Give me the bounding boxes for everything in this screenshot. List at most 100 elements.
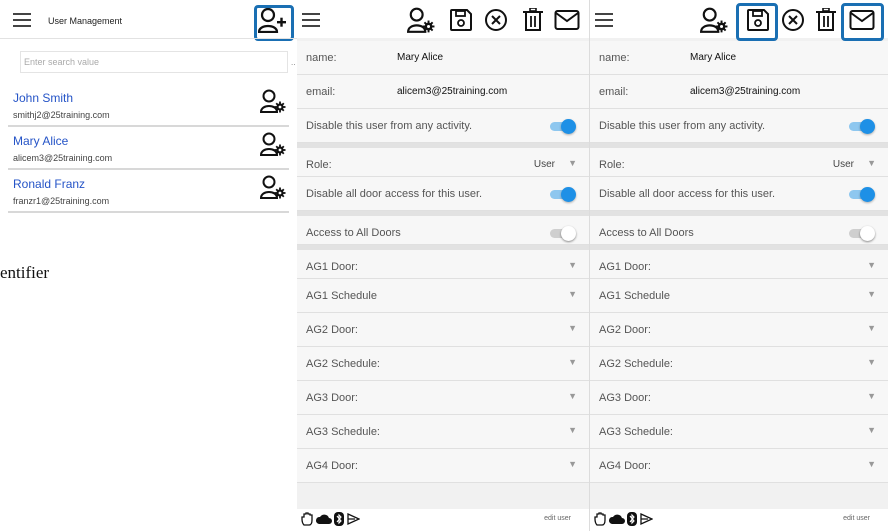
list-item[interactable]: Mary Alice alicem3@25training.com xyxy=(8,127,289,170)
add-user-highlight xyxy=(254,5,294,41)
ag2-door-label: AG2 Door: xyxy=(599,324,651,336)
ag1-schedule-label: AG1 Schedule xyxy=(306,290,377,302)
ag2-door-row[interactable]: AG2 Door: ▼ xyxy=(297,313,589,347)
hamburger-menu-icon[interactable] xyxy=(8,6,36,34)
cloud-icon xyxy=(608,512,625,526)
hamburger-menu-icon[interactable] xyxy=(297,6,325,34)
chevron-down-icon[interactable]: ▼ xyxy=(568,391,577,401)
ag2-schedule-row[interactable]: AG2 Schedule: ▼ xyxy=(297,347,589,381)
user-detail-panel-annotated: name: Mary Alice email: alicem3@25traini… xyxy=(589,0,888,531)
ag1-door-label: AG1 Door: xyxy=(306,261,358,273)
hand-icon xyxy=(301,512,314,526)
circle-x-icon[interactable] xyxy=(482,6,510,34)
chevron-down-icon[interactable]: ▼ xyxy=(568,158,577,168)
chevron-down-icon[interactable]: ▼ xyxy=(568,357,577,367)
disable-doors-label: Disable all door access for this user. xyxy=(306,188,483,200)
ag4-door-row[interactable]: AG4 Door: ▼ xyxy=(590,449,888,483)
user-settings-icon[interactable] xyxy=(407,6,435,34)
disable-user-row: Disable this user from any activity. xyxy=(590,109,888,143)
role-select[interactable]: User xyxy=(534,159,555,170)
ag2-schedule-row[interactable]: AG2 Schedule: ▼ xyxy=(590,347,888,381)
status-bar: edit user xyxy=(297,509,589,531)
list-item[interactable]: John Smith smithj2@25training.com xyxy=(8,84,289,127)
ag3-door-label: AG3 Door: xyxy=(599,392,651,404)
disable-user-row: Disable this user from any activity. xyxy=(297,109,589,143)
ag3-door-row[interactable]: AG3 Door: ▼ xyxy=(590,381,888,415)
ag1-door-row[interactable]: AG1 Door: ▼ xyxy=(297,245,589,279)
footer-label: edit user xyxy=(843,515,870,522)
user-settings-icon[interactable] xyxy=(259,87,287,115)
role-row: Role: User ▼ xyxy=(297,143,589,177)
disable-doors-row: Disable all door access for this user. xyxy=(297,177,589,211)
send-icon xyxy=(639,512,653,526)
user-name[interactable]: John Smith xyxy=(13,91,73,105)
ag1-schedule-row[interactable]: AG1 Schedule ▼ xyxy=(590,279,888,313)
ag4-door-label: AG4 Door: xyxy=(306,460,358,472)
footer-label: edit user xyxy=(544,515,571,522)
save-highlight xyxy=(736,3,778,41)
ag4-door-row[interactable]: AG4 Door: ▼ xyxy=(297,449,589,483)
circle-x-icon[interactable] xyxy=(779,6,807,34)
chevron-down-icon[interactable]: ▼ xyxy=(568,459,577,469)
cloud-icon xyxy=(315,512,332,526)
disable-user-toggle[interactable] xyxy=(550,119,576,134)
name-field[interactable]: Mary Alice xyxy=(690,52,736,63)
hamburger-menu-icon[interactable] xyxy=(590,6,618,34)
ag3-schedule-row[interactable]: AG3 Schedule: ▼ xyxy=(297,415,589,449)
list-item[interactable]: Ronald Franz franzr1@25training.com xyxy=(8,170,289,213)
chevron-down-icon[interactable]: ▼ xyxy=(867,260,876,270)
bluetooth-icon xyxy=(333,512,345,526)
name-field[interactable]: Mary Alice xyxy=(397,52,443,63)
disable-user-label: Disable this user from any activity. xyxy=(599,120,766,132)
chevron-down-icon[interactable]: ▼ xyxy=(568,323,577,333)
ag2-schedule-label: AG2 Schedule: xyxy=(306,358,380,370)
chevron-down-icon[interactable]: ▼ xyxy=(568,425,577,435)
email-field[interactable]: alicem3@25training.com xyxy=(397,86,507,97)
chevron-down-icon[interactable]: ▼ xyxy=(867,323,876,333)
email-row: email: alicem3@25training.com xyxy=(590,75,888,109)
ag2-door-row[interactable]: AG2 Door: ▼ xyxy=(590,313,888,347)
disable-user-label: Disable this user from any activity. xyxy=(306,120,473,132)
disable-doors-row: Disable all door access for this user. xyxy=(590,177,888,211)
all-doors-row: Access to All Doors xyxy=(297,211,589,245)
user-email: alicem3@25training.com xyxy=(13,153,113,163)
chevron-down-icon[interactable]: ▼ xyxy=(867,289,876,299)
status-icons xyxy=(301,512,360,526)
trash-can-icon[interactable] xyxy=(812,6,840,34)
user-name[interactable]: Ronald Franz xyxy=(13,177,85,191)
email-label: email: xyxy=(306,86,336,98)
search-input[interactable] xyxy=(20,51,288,73)
user-name[interactable]: Mary Alice xyxy=(13,134,68,148)
disable-user-toggle[interactable] xyxy=(849,119,875,134)
user-form: name: Mary Alice email: alicem3@25traini… xyxy=(590,41,888,483)
chevron-down-icon[interactable]: ▼ xyxy=(867,391,876,401)
chevron-down-icon[interactable]: ▼ xyxy=(568,289,577,299)
stray-text: entifier xyxy=(0,263,50,282)
name-label: name: xyxy=(599,52,630,64)
envelope-icon[interactable] xyxy=(553,6,581,34)
ag3-schedule-row[interactable]: AG3 Schedule: ▼ xyxy=(590,415,888,449)
ag3-door-row[interactable]: AG3 Door: ▼ xyxy=(297,381,589,415)
user-settings-icon[interactable] xyxy=(259,130,287,158)
role-select[interactable]: User xyxy=(833,159,854,170)
ag2-door-label: AG2 Door: xyxy=(306,324,358,336)
email-row: email: alicem3@25training.com xyxy=(297,75,589,109)
disable-doors-toggle[interactable] xyxy=(849,187,875,202)
user-settings-icon[interactable] xyxy=(259,173,287,201)
email-field[interactable]: alicem3@25training.com xyxy=(690,86,800,97)
floppy-disk-icon[interactable] xyxy=(447,6,475,34)
user-settings-icon[interactable] xyxy=(700,6,728,34)
email-highlight xyxy=(841,3,884,41)
disable-doors-toggle[interactable] xyxy=(550,187,576,202)
trash-can-icon[interactable] xyxy=(519,6,547,34)
all-doors-toggle[interactable] xyxy=(849,226,875,241)
ag1-schedule-row[interactable]: AG1 Schedule ▼ xyxy=(297,279,589,313)
chevron-down-icon[interactable]: ▼ xyxy=(867,459,876,469)
ag1-door-row[interactable]: AG1 Door: ▼ xyxy=(590,245,888,279)
all-doors-toggle[interactable] xyxy=(550,226,576,241)
ag1-schedule-label: AG1 Schedule xyxy=(599,290,670,302)
chevron-down-icon[interactable]: ▼ xyxy=(867,357,876,367)
chevron-down-icon[interactable]: ▼ xyxy=(867,425,876,435)
chevron-down-icon[interactable]: ▼ xyxy=(867,158,876,168)
chevron-down-icon[interactable]: ▼ xyxy=(568,260,577,270)
